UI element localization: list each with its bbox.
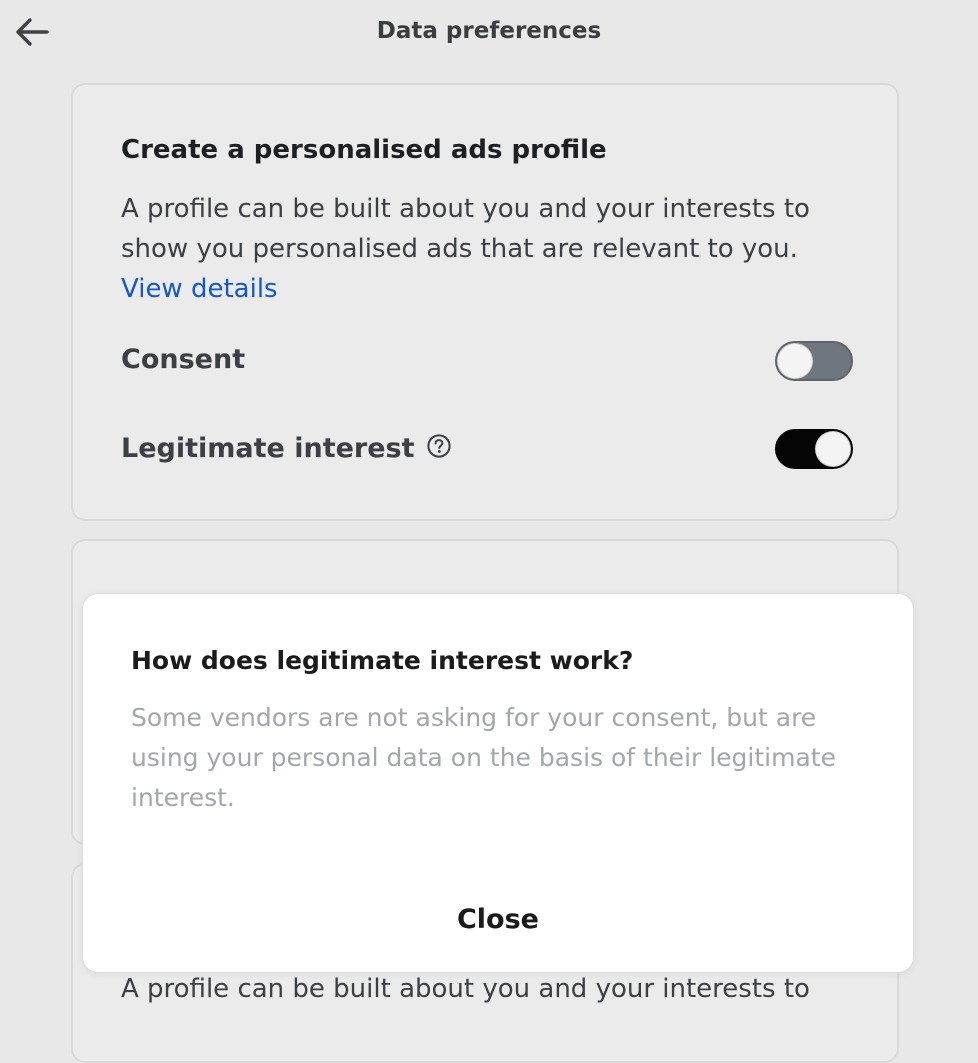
purpose-title: Create a personalised ads profile <box>121 135 607 165</box>
legitimate-interest-row: Legitimate interest <box>121 433 451 464</box>
consent-toggle[interactable] <box>775 341 853 381</box>
question-circle-icon[interactable] <box>426 433 451 458</box>
toggle-knob <box>778 344 812 378</box>
legitimate-interest-dialog: How does legitimate interest work? Some … <box>82 593 914 973</box>
close-button[interactable]: Close <box>83 904 913 935</box>
consent-label: Consent <box>121 344 246 375</box>
purpose-card-personalised-ads: Create a personalised ads profile A prof… <box>71 83 899 521</box>
view-details-link[interactable]: View details <box>121 269 278 309</box>
dialog-body: Some vendors are not asking for your con… <box>131 703 836 812</box>
dialog-title: How does legitimate interest work? <box>131 646 634 675</box>
header-bar: Data preferences <box>0 0 978 70</box>
purpose-description: A profile can be built about you and you… <box>121 974 810 1004</box>
purpose-description: A profile can be built about you and you… <box>121 194 810 264</box>
toggle-knob <box>816 432 850 466</box>
legitimate-interest-label: Legitimate interest <box>121 433 415 464</box>
page-title: Data preferences <box>376 18 602 44</box>
legitimate-interest-toggle[interactable] <box>775 429 853 469</box>
